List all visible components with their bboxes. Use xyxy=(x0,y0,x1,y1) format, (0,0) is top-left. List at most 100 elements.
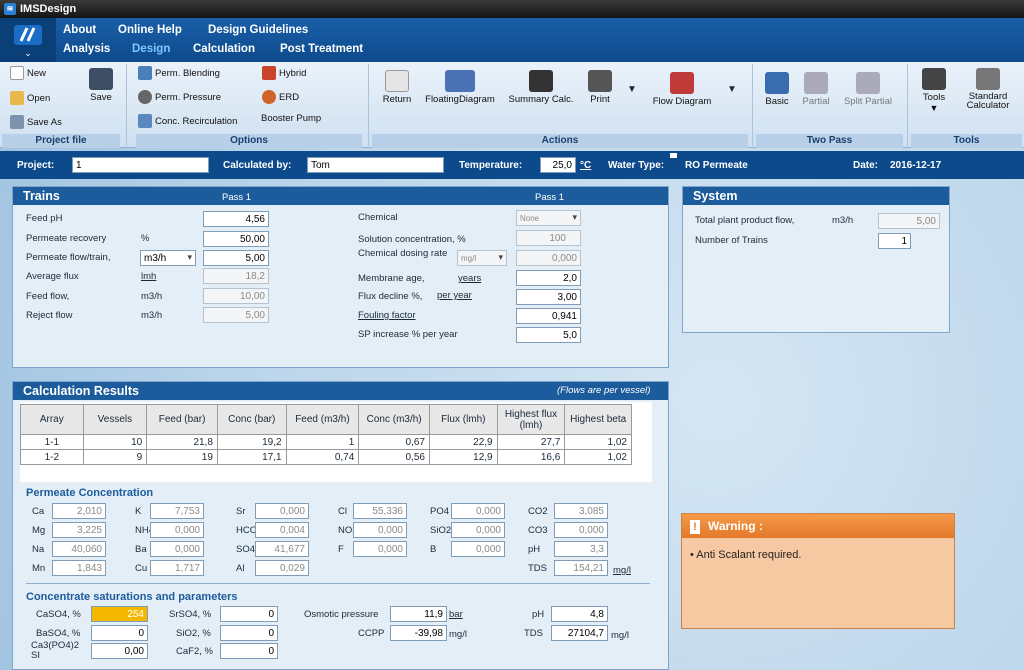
tab-calculation[interactable]: Calculation xyxy=(193,43,255,55)
solution-concentration-input[interactable]: 100 xyxy=(516,230,581,246)
results-cell: 19,2 xyxy=(216,434,287,450)
permeate-label: Al xyxy=(236,563,245,574)
results-header-cell: Vessels xyxy=(82,404,148,435)
permeate-value-field: 3,3 xyxy=(554,541,608,557)
save-button[interactable]: Save xyxy=(86,68,116,103)
permeate-value-field: 0,029 xyxy=(255,560,309,576)
permeate-label: Cl xyxy=(338,506,347,517)
tab-post-treatment[interactable]: Post Treatment xyxy=(280,43,363,55)
concentrate-tds-field: 27104,7 xyxy=(551,625,608,641)
perm-pressure-button[interactable]: Perm. Pressure xyxy=(138,90,221,104)
permeate-unit[interactable]: mg/l xyxy=(613,565,631,576)
folder-icon xyxy=(10,91,24,105)
tab-analysis[interactable]: Analysis xyxy=(63,43,110,55)
feed-ph-input[interactable]: 4,56 xyxy=(203,211,269,227)
print-dropdown-icon[interactable]: ▼ xyxy=(627,84,637,95)
results-header-cell: Feed (m3/h) xyxy=(285,404,360,435)
fouling-factor-input[interactable]: 0,941 xyxy=(516,308,581,324)
new-button[interactable]: New xyxy=(10,66,46,80)
diagram-icon xyxy=(445,70,475,92)
number-of-trains-input[interactable]: 1 xyxy=(878,233,911,249)
results-header-cell: Highest beta xyxy=(564,404,632,435)
menu-about[interactable]: About xyxy=(63,24,96,36)
flow-unit-select[interactable]: m3/h xyxy=(140,250,196,266)
permeate-label: Ca xyxy=(32,506,45,517)
tools-button[interactable]: Tools ▼ xyxy=(919,68,949,113)
menu-online-help[interactable]: Online Help xyxy=(118,24,182,36)
permeate-recovery-input[interactable]: 50,00 xyxy=(203,231,269,247)
permeate-value-field: 55,336 xyxy=(353,503,407,519)
basic-pass-icon xyxy=(765,72,789,94)
sp-increase-input[interactable]: 5,0 xyxy=(516,327,581,343)
tools-icon xyxy=(922,68,946,90)
standard-calculator-button[interactable]: Standard Calculator xyxy=(960,68,1016,110)
open-button[interactable]: Open xyxy=(10,91,50,105)
group-label-project: Project file xyxy=(2,134,120,148)
basic-pass-button[interactable]: Basic xyxy=(762,72,792,107)
permeate-flow-input[interactable]: 5,00 xyxy=(203,250,269,266)
summary-calc-button[interactable]: Summary Calc. xyxy=(506,70,576,105)
permeate-value-field: 41,677 xyxy=(255,541,309,557)
pressure-gauge-icon xyxy=(138,90,152,104)
app-logo-button[interactable]: ⌄ xyxy=(0,18,56,62)
average-flux-field: 18,2 xyxy=(203,268,269,284)
permeate-label: Mn xyxy=(32,563,46,574)
project-name-input[interactable]: 1 xyxy=(72,157,209,173)
temperature-input[interactable]: 25,0 xyxy=(540,157,576,173)
permeate-label: CO3 xyxy=(528,525,548,536)
flux-decline-input[interactable]: 3,00 xyxy=(516,289,581,305)
split-partial-button[interactable]: Split Partial xyxy=(840,72,896,107)
booster-pump-button[interactable]: Booster Pump xyxy=(261,113,321,124)
permeate-value-field: 0,000 xyxy=(150,522,204,538)
permeate-label: pH xyxy=(528,544,541,555)
app-icon: ≋ xyxy=(4,3,16,15)
erd-icon xyxy=(262,90,276,104)
app-title: IMSDesign xyxy=(20,3,77,15)
save-as-icon xyxy=(10,115,24,129)
conc-recirculation-button[interactable]: Conc. Recirculation xyxy=(138,114,237,128)
warning-message: • Anti Scalant required. xyxy=(690,549,802,561)
sio2-sat-field: 0 xyxy=(220,625,278,641)
floating-diagram-button[interactable]: FloatingDiagram xyxy=(422,70,498,105)
dosing-rate-input[interactable]: 0,000 xyxy=(516,250,581,266)
fouling-factor-link[interactable]: Fouling factor xyxy=(358,310,416,321)
permeate-label: Sr xyxy=(236,506,246,517)
permeate-value-field: 0,000 xyxy=(255,503,309,519)
permeate-label: CO2 xyxy=(528,506,548,517)
logo-chevron-icon: ⌄ xyxy=(24,47,32,58)
split-partial-icon xyxy=(856,72,880,94)
results-cell: 1,02 xyxy=(564,449,632,465)
system-title: System xyxy=(683,187,949,205)
membrane-age-input[interactable]: 2,0 xyxy=(516,270,581,286)
menu-design-guidelines[interactable]: Design Guidelines xyxy=(208,24,308,36)
permeate-value-field: 0,000 xyxy=(451,503,505,519)
flow-diagram-dropdown-icon[interactable]: ▼ xyxy=(727,84,737,95)
calculated-by-input[interactable]: Tom xyxy=(307,157,444,173)
permeate-label: SO4 xyxy=(236,544,256,555)
results-cell: 1,02 xyxy=(564,434,632,450)
return-button[interactable]: Return xyxy=(378,70,416,105)
dosing-unit-select[interactable]: mg/l xyxy=(457,250,507,266)
chemical-select[interactable]: None xyxy=(516,210,581,226)
hybrid-button[interactable]: Hybrid xyxy=(262,66,306,80)
ccpp-field: -39,98 xyxy=(390,625,447,641)
permeate-value-field: 7,753 xyxy=(150,503,204,519)
erd-button[interactable]: ERD xyxy=(262,90,299,104)
tab-design[interactable]: Design xyxy=(132,43,170,55)
results-header-cell: Conc (bar) xyxy=(216,404,287,435)
flow-diagram-button[interactable]: Flow Diagram xyxy=(650,72,714,107)
warning-panel: ! Warning : • Anti Scalant required. xyxy=(681,513,955,629)
reject-flow-field: 5,00 xyxy=(203,307,269,323)
partial-pass-icon xyxy=(804,72,828,94)
results-header-cell: Highest flux (lmh) xyxy=(496,404,566,435)
recirculation-icon xyxy=(138,114,152,128)
group-label-actions: Actions xyxy=(372,134,748,148)
permeate-label: PO4 xyxy=(430,506,450,517)
results-header-cell: Array xyxy=(20,404,84,435)
partial-pass-button[interactable]: Partial xyxy=(799,72,833,107)
perm-blending-button[interactable]: Perm. Blending xyxy=(138,66,220,80)
results-cell: 1-1 xyxy=(20,434,84,450)
results-cell: 1 xyxy=(285,434,360,450)
save-as-button[interactable]: Save As xyxy=(10,115,62,129)
print-button[interactable]: Print xyxy=(586,70,614,105)
